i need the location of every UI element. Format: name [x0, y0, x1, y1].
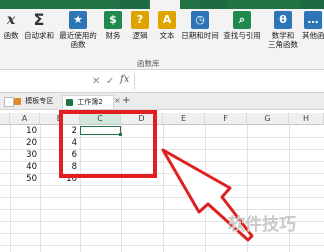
watermark: 软件技巧	[228, 215, 296, 235]
